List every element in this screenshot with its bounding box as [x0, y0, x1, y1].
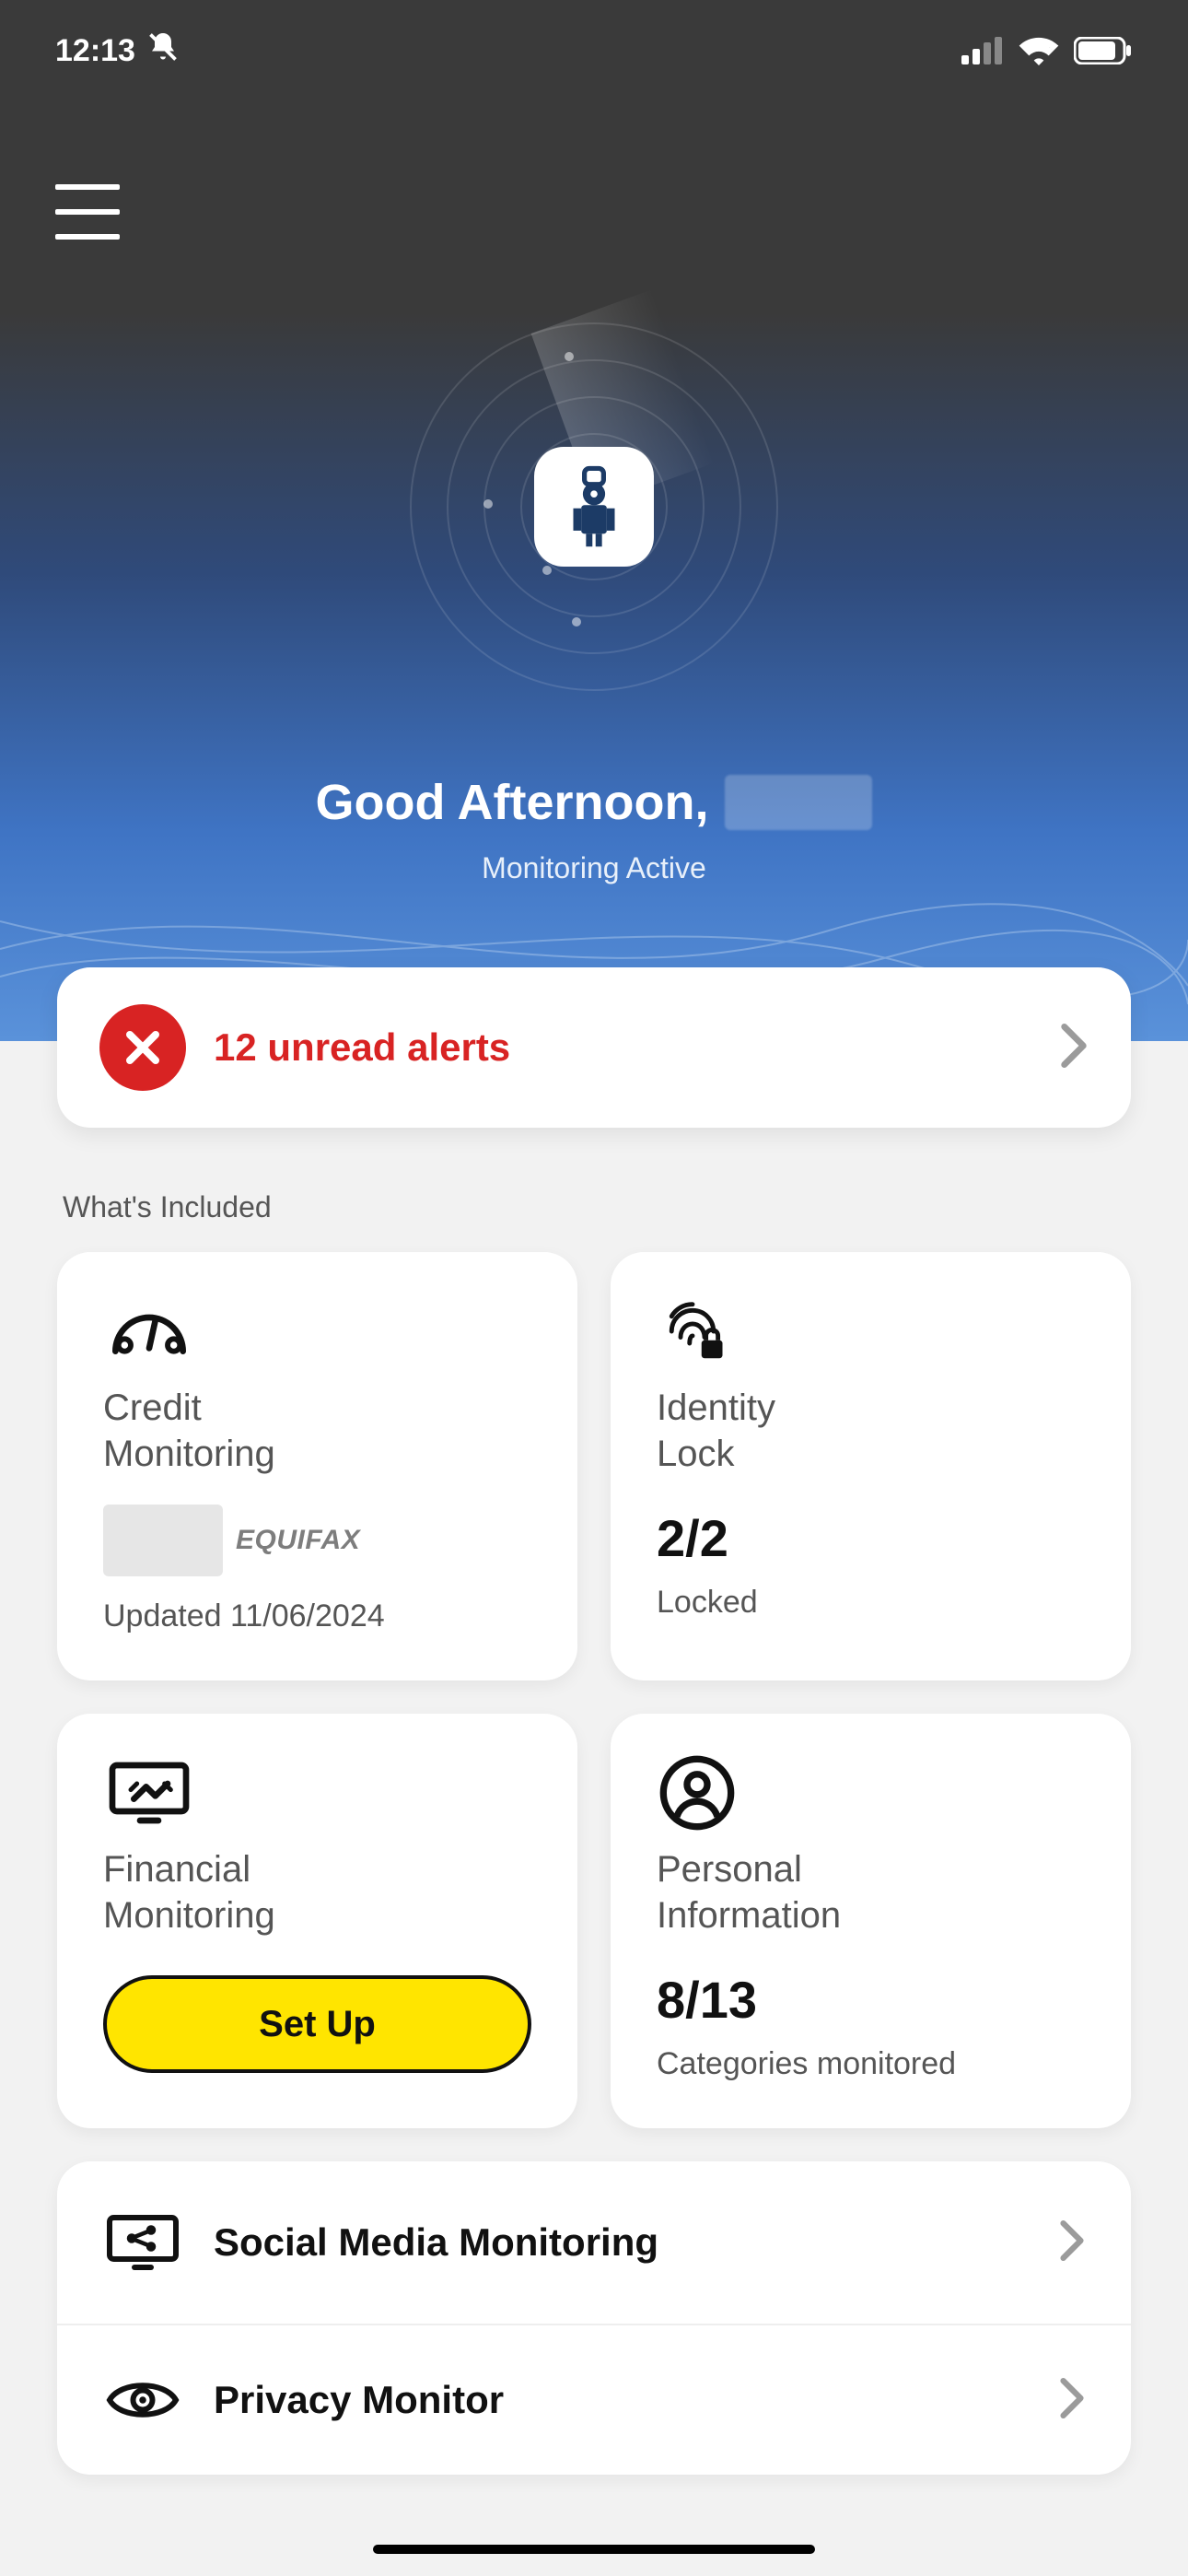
tile-title-line: Monitoring — [103, 1895, 275, 1936]
personal-information-tile[interactable]: Personal Information 8/13 Categories mon… — [611, 1714, 1131, 2128]
tile-title-line: Monitoring — [103, 1434, 275, 1474]
credit-monitoring-tile[interactable]: Credit Monitoring EQUIFAX Updated 11/06/… — [57, 1252, 577, 1680]
alerts-text: 12 unread alerts — [214, 1025, 1031, 1070]
alert-x-icon — [99, 1004, 186, 1091]
social-media-monitoring-row[interactable]: Social Media Monitoring — [57, 2161, 1131, 2325]
battery-icon — [1074, 37, 1133, 64]
fingerprint-lock-icon — [657, 1294, 1085, 1368]
tile-title-line: Identity — [657, 1388, 775, 1428]
tile-title-line: Financial — [103, 1849, 250, 1890]
privacy-monitor-row[interactable]: Privacy Monitor — [57, 2325, 1131, 2475]
hero-header: Good Afternoon, Monitoring Active — [0, 0, 1188, 1041]
status-bar: 12:13 — [0, 0, 1188, 101]
social-label: Social Media Monitoring — [214, 2220, 1028, 2265]
status-time: 12:13 — [55, 33, 135, 69]
identity-lock-value: 2/2 — [657, 1508, 1085, 1568]
tile-title-line: Lock — [657, 1434, 735, 1474]
eye-lock-icon — [103, 2375, 182, 2425]
personal-info-sub: Categories monitored — [657, 2046, 1085, 2082]
share-screen-icon — [103, 2211, 182, 2274]
chevron-right-icon — [1059, 2220, 1085, 2266]
financial-monitoring-tile[interactable]: Financial Monitoring Set Up — [57, 1714, 577, 2128]
privacy-label: Privacy Monitor — [214, 2378, 1028, 2422]
chevron-right-icon — [1059, 2378, 1085, 2423]
tile-title-line: Credit — [103, 1388, 202, 1428]
setup-button[interactable]: Set Up — [103, 1975, 531, 2073]
alerts-card[interactable]: 12 unread alerts — [57, 967, 1131, 1128]
bureau-logo-redacted — [103, 1505, 223, 1576]
wifi-icon — [1019, 36, 1059, 65]
person-circle-icon — [657, 1756, 1085, 1830]
person-lock-icon — [562, 465, 626, 548]
personal-info-value: 8/13 — [657, 1970, 1085, 2030]
cellular-icon — [961, 37, 1004, 64]
home-indicator[interactable] — [373, 2545, 815, 2554]
menu-button[interactable] — [55, 184, 120, 240]
chevron-right-icon — [1059, 1024, 1089, 1072]
whats-included-title: What's Included — [63, 1190, 1131, 1224]
tile-title-line: Information — [657, 1895, 841, 1936]
gauge-icon — [103, 1294, 531, 1368]
equifax-logo: EQUIFAX — [236, 1525, 360, 1556]
tile-title-line: Personal — [657, 1849, 802, 1890]
bell-off-icon — [146, 30, 180, 72]
app-logo-badge — [534, 447, 654, 567]
credit-updated: Updated 11/06/2024 — [103, 1598, 531, 1634]
card-monitor-icon — [103, 1756, 531, 1830]
identity-lock-tile[interactable]: Identity Lock 2/2 Locked — [611, 1252, 1131, 1680]
identity-lock-sub: Locked — [657, 1585, 1085, 1621]
